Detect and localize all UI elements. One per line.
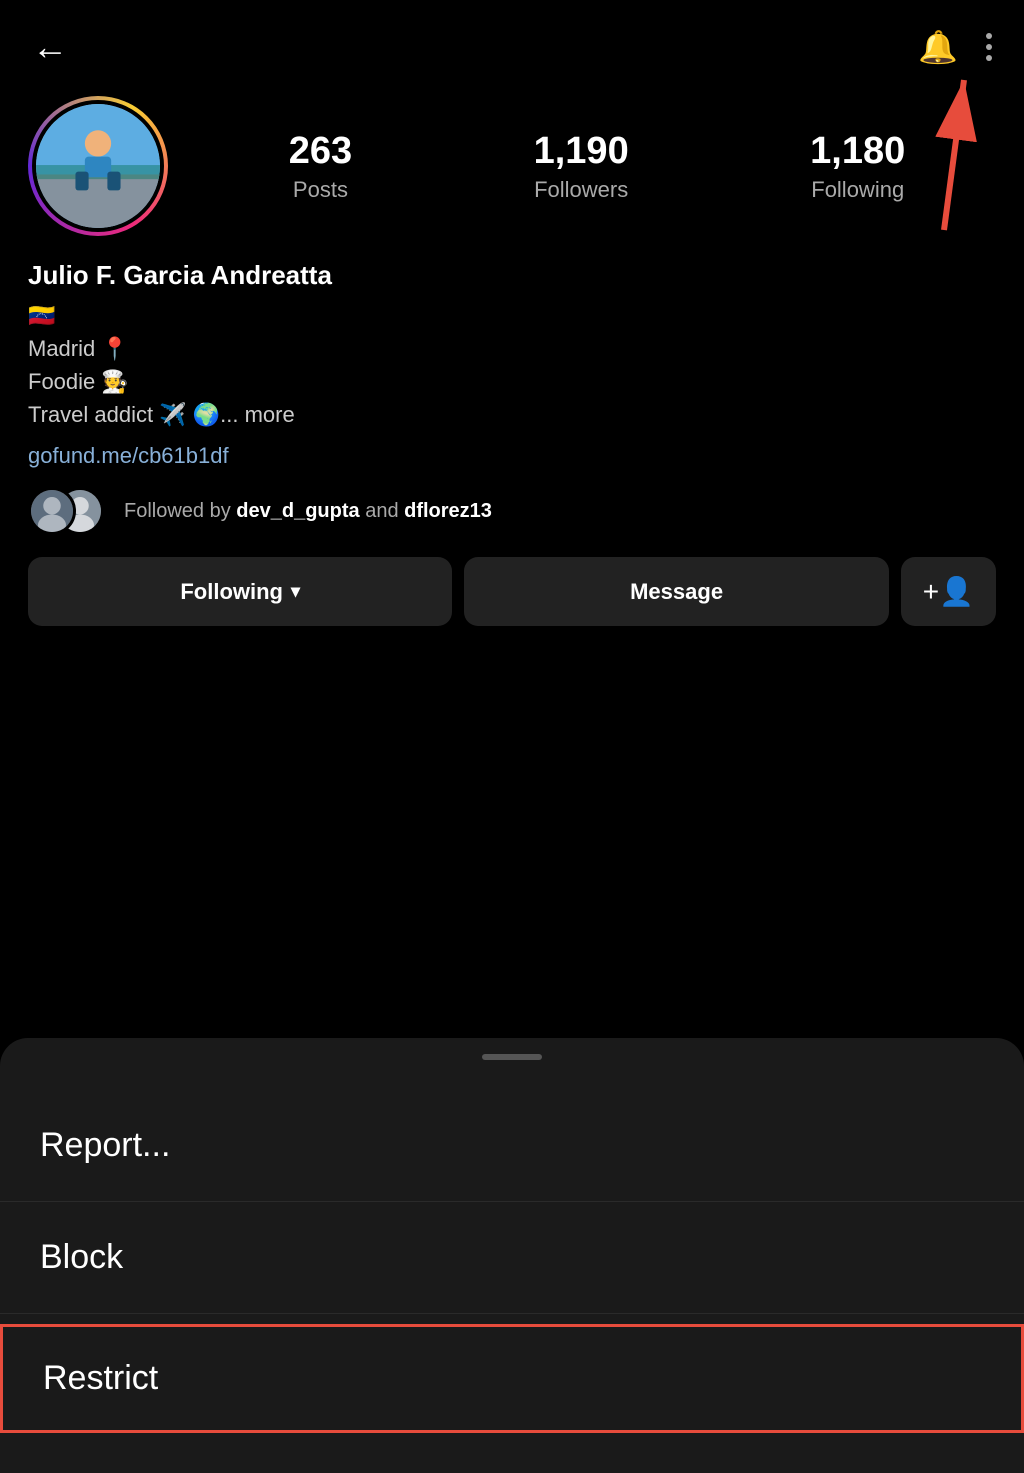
avatar-inner [32, 100, 164, 232]
back-button[interactable]: ← [32, 29, 68, 65]
posts-count: 263 [289, 130, 352, 173]
followed-by-middle: and [360, 500, 404, 522]
notification-bell-icon[interactable]: 🔔 [918, 28, 958, 66]
more-options-button[interactable] [986, 33, 992, 61]
posts-label: Posts [293, 177, 348, 203]
follower-avatar-1 [28, 487, 76, 535]
bottom-sheet: Report... Block Restrict [0, 1038, 1024, 1473]
profile-bio: 🇻🇪 Madrid 📍 Foodie 🧑‍🍳 Travel addict ✈️ … [28, 299, 996, 431]
avatar[interactable] [36, 104, 160, 228]
posts-stat[interactable]: 263 Posts [289, 130, 352, 203]
avatar-ring [28, 96, 168, 236]
add-friend-button[interactable]: +👤 [901, 557, 996, 626]
following-label: Following [180, 579, 283, 605]
followers-stat[interactable]: 1,190 Followers [534, 130, 629, 203]
following-count: 1,180 [810, 130, 905, 173]
following-stat[interactable]: 1,180 Following [810, 130, 905, 203]
profile-link[interactable]: gofund.me/cb61b1df [28, 443, 996, 469]
add-person-icon: +👤 [923, 575, 974, 608]
following-button[interactable]: Following ▾ [28, 557, 452, 626]
followers-count: 1,190 [534, 130, 629, 173]
bio-line4: Travel addict ✈️ 🌍... more [28, 398, 996, 431]
report-item[interactable]: Report... [0, 1090, 1024, 1202]
stats-row: 263 Posts 1,190 Followers 1,180 Followin… [198, 130, 996, 203]
followed-by-section: Followed by dev_d_gupta and dflorez13 [28, 487, 996, 535]
following-label: Following [811, 177, 904, 203]
bio-line2: Madrid 📍 [28, 332, 996, 365]
nav-right-actions: 🔔 [918, 28, 992, 66]
profile-header: 263 Posts 1,190 Followers 1,180 Followin… [28, 96, 996, 236]
bio-line3: Foodie 🧑‍🍳 [28, 365, 996, 398]
top-navigation: ← 🔔 [0, 0, 1024, 86]
followed-by-prefix: Followed by [124, 500, 236, 522]
follower-avatars [28, 487, 108, 535]
dot-1 [986, 33, 992, 39]
profile-section: 263 Posts 1,190 Followers 1,180 Followin… [0, 86, 1024, 646]
action-buttons: Following ▾ Message +👤 [28, 557, 996, 626]
followers-label: Followers [534, 177, 628, 203]
follower-user2[interactable]: dflorez13 [404, 500, 492, 522]
sheet-handle [482, 1054, 542, 1060]
message-button[interactable]: Message [464, 557, 888, 626]
restrict-item[interactable]: Restrict [0, 1324, 1024, 1433]
follower-user1[interactable]: dev_d_gupta [236, 500, 359, 522]
profile-name: Julio F. Garcia Andreatta [28, 260, 996, 291]
block-item[interactable]: Block [0, 1202, 1024, 1314]
dot-2 [986, 44, 992, 50]
bio-line1: 🇻🇪 [28, 299, 996, 332]
dot-3 [986, 55, 992, 61]
chevron-down-icon: ▾ [291, 581, 300, 602]
followed-by-text: Followed by dev_d_gupta and dflorez13 [124, 500, 492, 523]
